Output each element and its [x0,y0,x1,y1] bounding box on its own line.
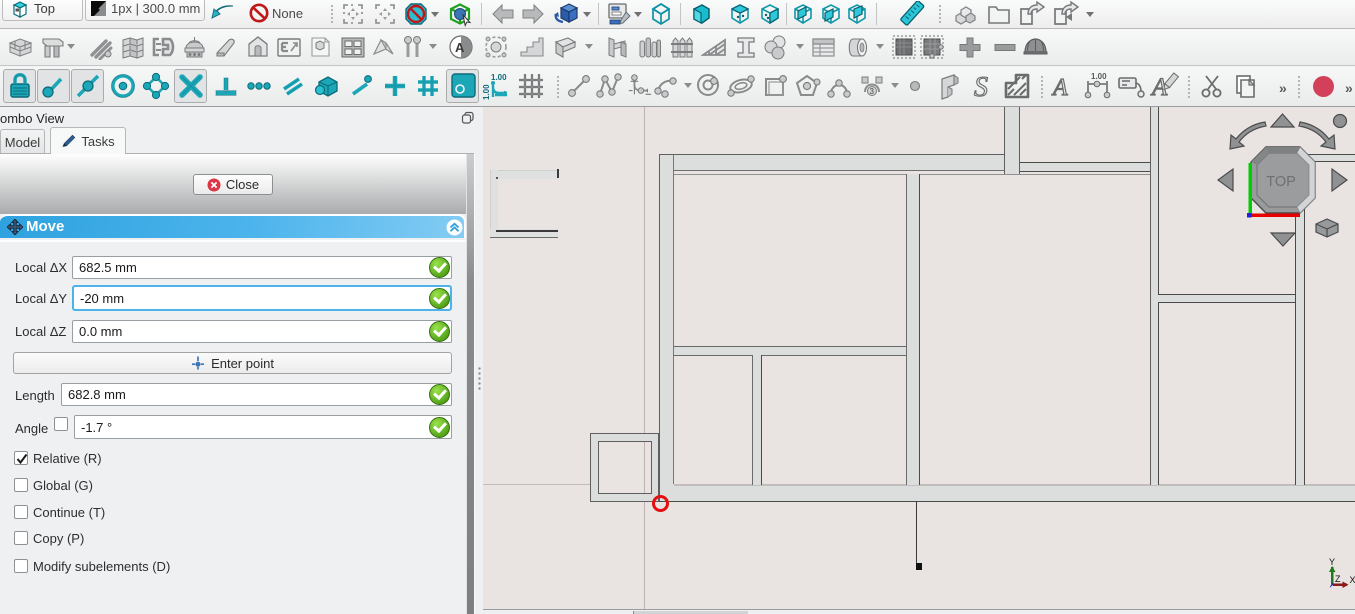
svg-text:1.00: 1.00 [1091,72,1107,81]
svg-text:Z: Z [1335,574,1341,584]
svg-text:A: A [1051,75,1068,100]
svg-text:1.00: 1.00 [491,73,507,82]
svg-text:S: S [974,72,988,101]
svg-text:Y: Y [1329,557,1335,567]
svg-text:1.00: 1.00 [483,84,491,100]
svg-text:X: X [1350,575,1355,585]
svg-text:TOP: TOP [1266,174,1296,190]
svg-text:A: A [455,40,465,55]
svg-text:3: 3 [870,87,875,96]
